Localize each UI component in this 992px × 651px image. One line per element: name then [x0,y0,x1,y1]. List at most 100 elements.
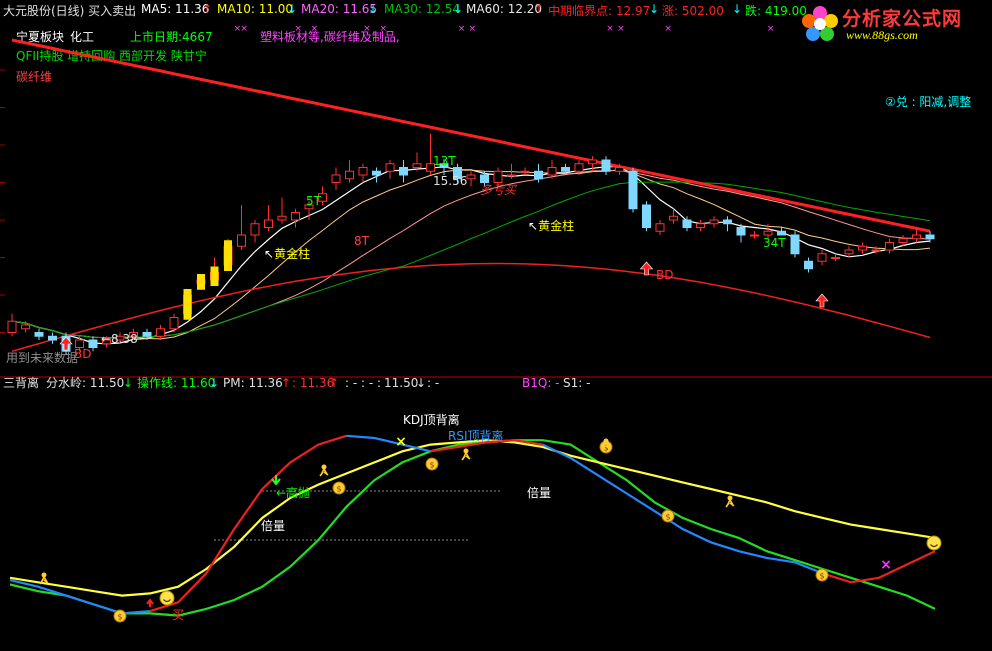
candle-body [534,170,543,180]
signal-x-marker: × [469,24,477,34]
candle-body [696,223,705,228]
candle-body [399,167,408,176]
money-bag-symbol: $ [117,613,122,622]
candle-body [547,167,557,176]
candle-body [385,163,395,172]
golden-column-bar [224,240,232,271]
candle-body [372,170,381,176]
chart-canvas: × × × × × × × × × × × × $$$$$$×× [0,24,992,623]
golden-column-bar [210,266,219,286]
candle-body [264,219,273,228]
candle-body [615,167,624,172]
runner-icon-head [463,448,469,454]
candle-body [520,170,530,173]
bd-label-2: BD [656,268,674,282]
label-34t: 34T [763,236,786,250]
candle-body [250,223,260,236]
rsi-divergence-label: RSI顶背离 [448,429,504,443]
candle-body [34,332,44,337]
runner-icon-head [41,572,47,578]
runner-icon [461,452,471,461]
sell-high-label: ←高抛 [276,486,311,500]
candle-body [588,159,597,165]
price-axis-ticks [0,69,5,333]
candle-body [628,170,638,210]
v1150-arrow-icon: ↓ [416,376,427,390]
yellow-line [9,439,936,597]
low-price-label: ←8.38 [101,332,138,346]
candle-body [21,324,30,330]
fenshui-value: 分水岭: 11.50 [46,376,125,390]
candle-body [682,219,692,228]
candle-body [291,212,300,221]
candlesticks [7,133,935,355]
candle-body [723,219,732,225]
label-8t: 8T [354,234,369,248]
candle-body [358,167,368,176]
money-bag-symbol: $ [819,572,824,581]
bd-label-1: BD [74,347,92,361]
caozuo-arrow-icon: ↓ [209,376,220,390]
s1-value: S1: - [563,376,591,390]
rsi-x-marker: × [880,557,892,573]
caozuo-value: 操作线: 11.60 [137,376,216,390]
golden-column-bar [183,289,192,320]
golden-column-label-2: ↖黄金柱 [528,219,575,233]
candle-body [601,159,611,172]
money-bag-symbol: $ [336,485,341,494]
signal-x-marker: × [617,24,625,34]
signal-x-marker: × [767,24,775,34]
smiley-icon [159,590,175,606]
candle-body [48,335,57,341]
dashes-value: : - : - : [345,376,382,390]
candle-body [655,223,665,232]
label-13t: 13T [433,154,456,168]
candle-body [817,253,827,262]
kdj-divergence-label: KDJ顶背离 [403,413,460,427]
signal-x-marker: × [664,24,672,34]
runner-icon-head [727,495,733,501]
colon-value: : - [427,376,440,390]
red-line-segment [822,550,936,584]
buy-label: 买 [172,608,185,622]
candle-body [277,215,287,221]
candle-body [736,227,746,236]
candle-body [466,174,476,180]
double-volume-label-2: 倍量 [261,519,286,533]
blue-line-segment [346,434,431,453]
blue-line-segment [9,579,151,615]
signal-x-marker: × [606,24,614,34]
candle-body [804,260,813,270]
pm-arrow-icon: ↑ [281,376,292,390]
signal-x-marker: × [458,24,466,34]
candle-body [169,317,179,330]
runner-icon-head [603,438,609,444]
kdj-x-marker: × [395,434,407,450]
signal-x-marker: × [240,24,248,34]
ma5-line [11,166,931,345]
pm-secondary-arrow-icon: ↑ [329,376,340,390]
down-arrow-icon [271,475,281,486]
label-5t: 5T [306,194,321,208]
indicator-lines [9,434,936,617]
candle-body [898,238,908,243]
candle-body [142,332,152,337]
candle-body [412,163,422,168]
candle-body [561,167,570,172]
candle-body [844,249,854,255]
candle-body [669,215,678,221]
fenshui-arrow-icon: ↓ [123,376,134,390]
money-bag-symbol: $ [429,461,434,470]
candle-body [574,163,584,172]
candle-body [925,234,935,240]
candle-body [871,249,881,252]
candle-body [237,234,246,247]
runner-icon [319,468,329,477]
money-bag-symbol: $ [665,513,670,522]
ma30-line [11,181,931,339]
candle-body [156,328,165,337]
up-arrow-icon [146,598,154,607]
candle-body [345,170,354,180]
signal-x-marker: × [379,24,387,34]
candle-body [858,245,867,251]
